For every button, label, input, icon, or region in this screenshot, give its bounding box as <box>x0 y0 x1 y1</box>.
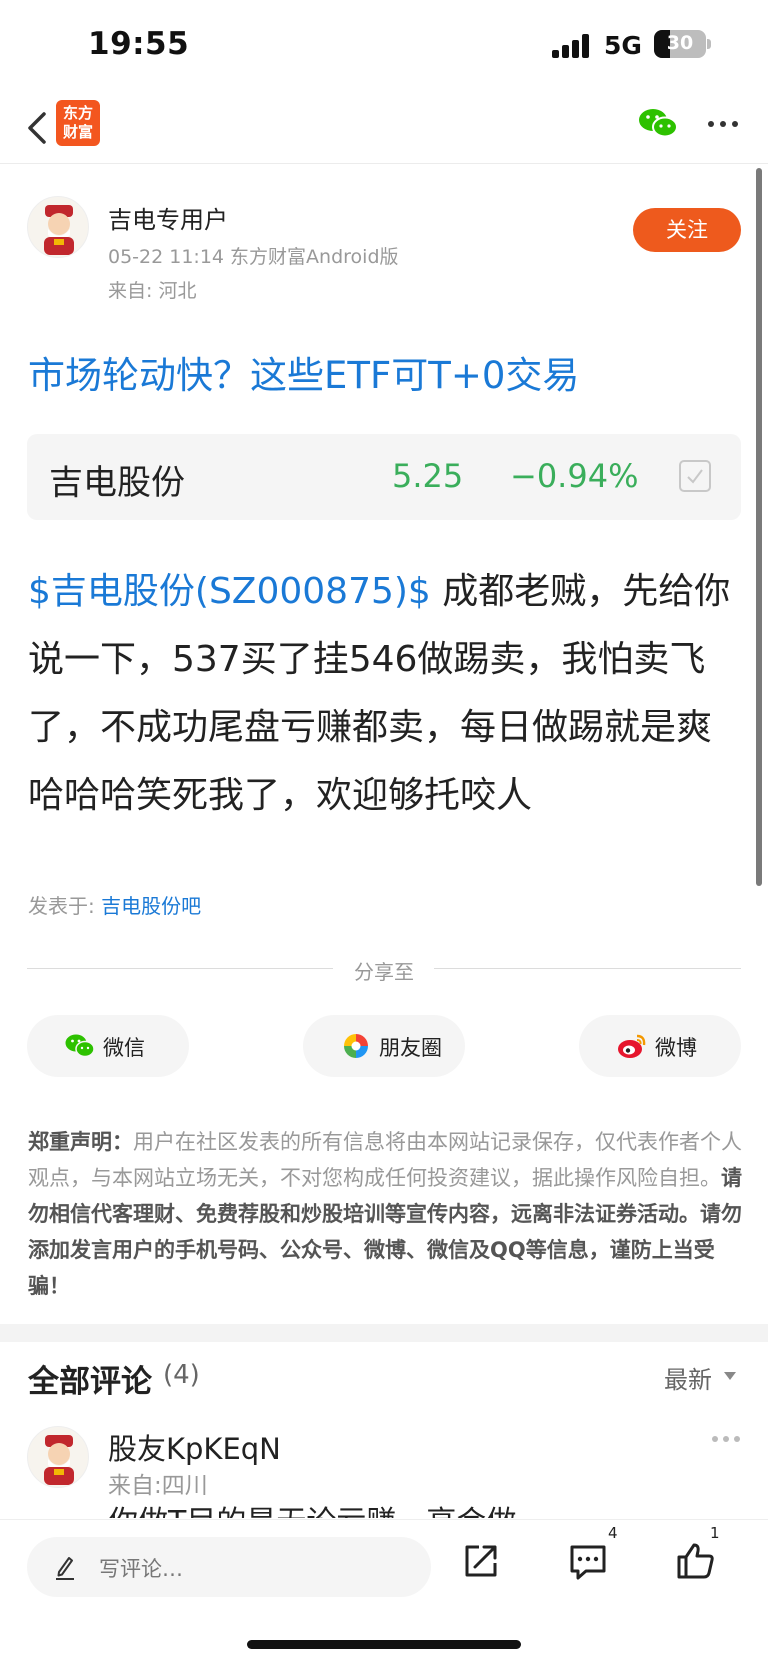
more-icon[interactable] <box>704 112 744 132</box>
share-weibo-button[interactable]: 微博 <box>579 1015 741 1077</box>
author-location: 来自: 河北 <box>108 280 197 302</box>
comment-icon[interactable] <box>566 1539 610 1583</box>
share-wechat-label: 微信 <box>103 1036 145 1060</box>
follow-button[interactable]: 关注 <box>633 208 741 252</box>
chevron-left-icon <box>28 112 46 144</box>
god-of-wealth-avatar-icon <box>44 1435 74 1485</box>
post-title-link[interactable]: 市场轮动快？这些ETF可T+0交易 <box>28 345 579 399</box>
posted-in: 发表于: 吉电股份吧 <box>28 890 201 919</box>
logo-line-2: 财富 <box>62 123 93 141</box>
network-label: 5G <box>604 31 642 60</box>
share-moments-button[interactable]: 朋友圈 <box>303 1015 465 1077</box>
share-wechat-button[interactable]: 微信 <box>27 1015 189 1077</box>
battery-tip <box>707 39 711 49</box>
author-name[interactable]: 吉电专用户 <box>108 200 228 235</box>
moments-icon <box>344 1034 368 1058</box>
comment-input[interactable]: 写评论… <box>27 1537 431 1597</box>
back-button[interactable] <box>22 106 58 150</box>
comment-placeholder: 写评论… <box>99 1557 183 1581</box>
share-divider-right <box>434 968 741 969</box>
comment-more-icon[interactable] <box>712 1436 742 1444</box>
like-count-badge: 1 <box>710 1524 720 1542</box>
pencil-icon <box>56 1557 74 1580</box>
caret-down-icon[interactable] <box>724 1372 736 1380</box>
like-icon[interactable] <box>673 1539 717 1583</box>
comment-count-badge: 4 <box>608 1524 618 1542</box>
wechat-icon <box>65 1034 95 1058</box>
post-meta: 05-22 11:14 东方财富Android版 <box>108 246 399 268</box>
battery-percent: 30 <box>666 32 694 54</box>
comments-count: (4) <box>163 1360 200 1390</box>
weibo-icon <box>618 1034 646 1058</box>
stock-name: 吉电股份 <box>49 463 185 503</box>
signal-icon <box>552 34 592 58</box>
scrollbar[interactable] <box>756 168 762 886</box>
disclaimer: 郑重声明：用户在社区发表的所有信息将由本网站记录保存，仅代表作者个人观点，与本网… <box>28 1124 744 1304</box>
bar-link[interactable]: 吉电股份吧 <box>101 894 201 918</box>
posted-in-label: 发表于: <box>28 894 102 918</box>
stock-change: −0.94% <box>510 457 639 495</box>
share-divider-left <box>27 968 333 969</box>
commenter-avatar[interactable] <box>27 1426 89 1488</box>
disclaimer-text-1: 用户在社区发表的所有信息将由本网站记录保存，仅代表作者个人观点，与本网站立场无关… <box>28 1130 742 1190</box>
check-icon <box>687 469 703 484</box>
status-time: 19:55 <box>88 26 190 62</box>
status-bar: 19:55 5G 30 <box>0 0 768 92</box>
share-moments-label: 朋友圈 <box>379 1036 442 1060</box>
comment-text[interactable]: 你做T目的是无论亏赚，高会做 <box>108 1500 516 1518</box>
share-label: 分享至 <box>354 960 414 984</box>
author-avatar[interactable] <box>27 196 89 258</box>
battery-icon: 30 <box>654 30 706 58</box>
god-of-wealth-avatar-icon <box>44 205 74 255</box>
add-watchlist-checkbox[interactable] <box>679 460 711 492</box>
nav-bar: 东方 财富 <box>0 92 768 164</box>
comments-title: 全部评论 <box>28 1364 152 1400</box>
commenter-name[interactable]: 股友KpKEqN <box>108 1426 281 1468</box>
disclaimer-heading: 郑重声明： <box>28 1130 133 1154</box>
logo-line-1: 东方 <box>62 104 93 122</box>
home-indicator[interactable] <box>247 1640 521 1649</box>
section-gap <box>0 1324 768 1342</box>
sort-selector[interactable]: 最新 <box>664 1360 712 1395</box>
stock-price: 5.25 <box>392 457 464 495</box>
eastmoney-logo[interactable]: 东方 财富 <box>56 100 100 146</box>
share-icon[interactable] <box>459 1539 503 1583</box>
stock-tag-link[interactable]: $吉电股份(SZ000875)$ <box>28 571 431 612</box>
share-weibo-label: 微博 <box>655 1036 697 1060</box>
post-body: $吉电股份(SZ000875)$ 成都老贼，先给你说一下，537买了挂546做踢… <box>28 558 744 830</box>
stock-card[interactable]: 吉电股份 5.25 −0.94% <box>27 434 741 520</box>
wechat-share-icon[interactable] <box>638 106 678 140</box>
commenter-location: 来自:四川 <box>108 1473 208 1499</box>
